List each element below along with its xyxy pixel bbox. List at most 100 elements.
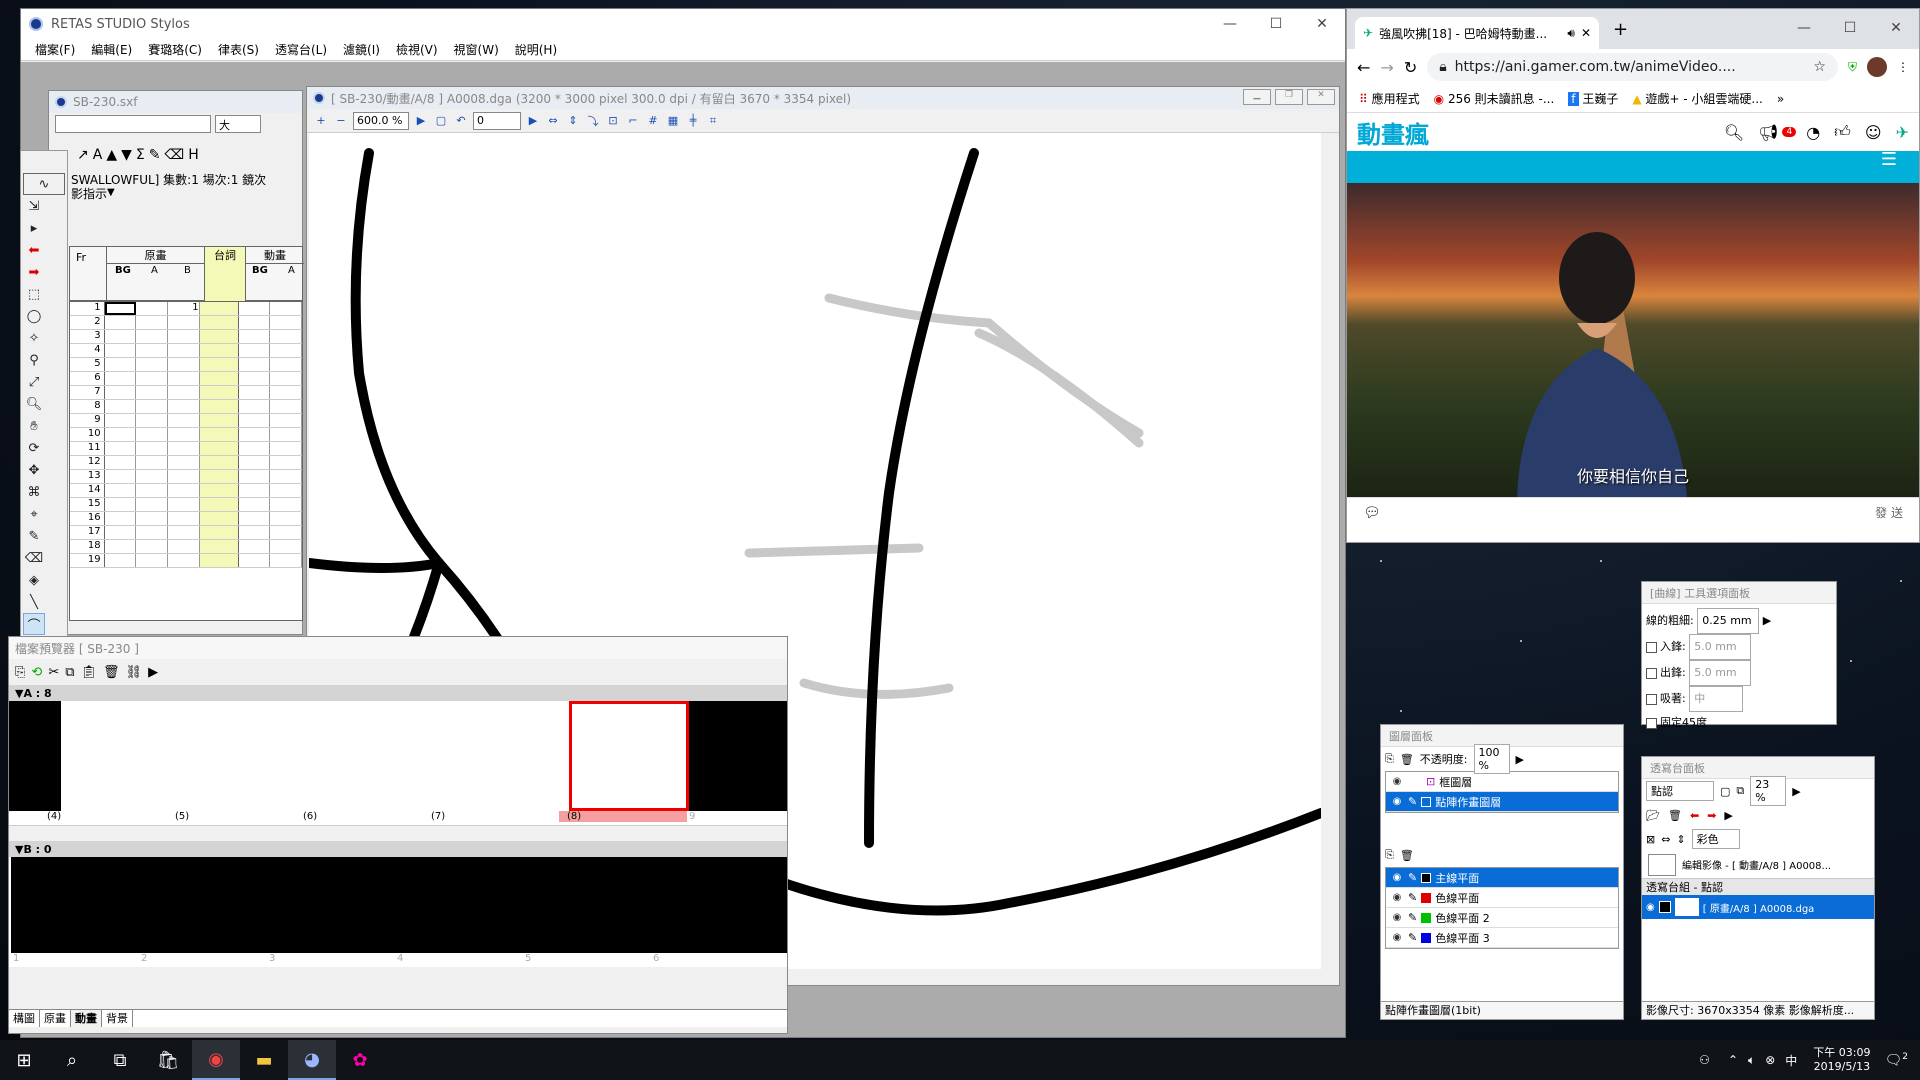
xsheet-cell[interactable] — [168, 540, 200, 553]
lighttable-item-selected[interactable]: ◉ [ 原畫/A/8 ] A0008.dga — [1642, 895, 1874, 919]
rotate-play-icon[interactable]: ▶ — [525, 113, 541, 129]
chrome-close-button[interactable]: ✕ — [1873, 13, 1919, 43]
eye-icon[interactable]: ◉ — [1390, 871, 1404, 885]
layer-row-frame[interactable]: ◉ ⊡ 框圖層 — [1386, 772, 1618, 792]
store-icon[interactable]: 🛍︎ — [144, 1040, 192, 1080]
prev-red-icon[interactable]: ⬅ — [1690, 809, 1699, 822]
reload-icon[interactable]: ↻ — [1404, 58, 1417, 77]
xsheet-cell[interactable] — [136, 498, 168, 511]
explorer-taskbar-icon[interactable]: ▬ — [240, 1040, 288, 1080]
user-avatar-icon[interactable]: ☺ — [1865, 123, 1882, 142]
canvas-restore-button[interactable]: ❐ — [1275, 89, 1303, 105]
eraser-icon[interactable]: ⌫ — [164, 147, 184, 163]
delete-icon[interactable]: 🗑︎ — [1668, 809, 1682, 822]
cut-icon[interactable]: ✂ — [48, 665, 59, 680]
canvas-vscrollbar[interactable] — [1321, 133, 1337, 979]
action-center-icon[interactable]: 🗨︎2 — [1884, 1052, 1908, 1069]
eye-icon[interactable]: ◉ — [1390, 775, 1404, 789]
comment-icon[interactable]: 💬︎ — [1363, 505, 1381, 521]
chrome-tab[interactable]: ✈ 強風吹拂[18] - 巴哈姆特動畫... 🔊︎ ✕ — [1355, 17, 1599, 49]
xsheet-row[interactable]: 11 — [70, 302, 302, 316]
rotate-field[interactable]: 0 — [473, 111, 521, 130]
frame-icon[interactable]: ⌗ — [705, 113, 721, 129]
xsheet-row[interactable]: 19 — [70, 554, 302, 568]
xsheet-cell[interactable] — [239, 344, 271, 357]
bookmark-apps[interactable]: ⠿ 應用程式 — [1359, 90, 1420, 107]
grid-icon[interactable]: # — [645, 113, 661, 129]
menu-window[interactable]: 視窗(W) — [446, 41, 507, 58]
xsheet-cell[interactable] — [270, 442, 302, 455]
copy-icon[interactable]: ⧉ — [65, 665, 74, 680]
xsheet-cell[interactable] — [168, 442, 200, 455]
speaker-icon[interactable]: 🔊︎ — [1567, 26, 1575, 41]
xsheet-cell[interactable] — [168, 400, 200, 413]
xsheet-cell[interactable] — [239, 386, 271, 399]
xsheet-cell[interactable] — [270, 512, 302, 525]
tab-genga[interactable]: 原畫 — [40, 1010, 71, 1027]
close-button[interactable]: ✕ — [1299, 9, 1345, 39]
xsheet-cell[interactable] — [239, 512, 271, 525]
select-pen-icon[interactable]: ⚲ — [23, 349, 45, 371]
xsheet-cell[interactable] — [239, 470, 271, 483]
flip-h-icon[interactable]: ⇔ — [545, 113, 561, 129]
input-method-icon[interactable]: 中 — [1785, 1052, 1797, 1069]
xsheet-cell[interactable] — [168, 316, 200, 329]
video-player[interactable]: 你要相信你自己 — [1347, 183, 1919, 497]
snap-select[interactable]: 中 — [1689, 686, 1744, 712]
move-icon[interactable]: ✥ — [23, 459, 45, 481]
xsheet-cell[interactable] — [105, 484, 137, 497]
lasso-icon[interactable]: ◯ — [23, 305, 45, 327]
xsheet-row[interactable]: 8 — [70, 400, 302, 414]
back-icon[interactable]: ← — [1357, 58, 1370, 77]
zoom-arrow-icon[interactable]: ▶ — [1792, 785, 1800, 798]
xsheet-row[interactable]: 2 — [70, 316, 302, 330]
rotate-view-icon[interactable]: ↶ — [453, 113, 469, 129]
xsheet-row[interactable]: 5 — [70, 358, 302, 372]
bookmark-mail[interactable]: ◉ 256 則未讀訊息 -... — [1434, 90, 1555, 107]
site-logo[interactable]: 動畫瘋 — [1357, 115, 1429, 150]
xsheet-cell[interactable] — [270, 526, 302, 539]
fit-icon[interactable]: ▢ — [433, 113, 449, 129]
thumb-a-8-selected[interactable] — [569, 701, 689, 811]
refresh-icon[interactable]: ⟲ — [31, 665, 42, 680]
paint-taskbar-icon[interactable]: ✿ — [336, 1040, 384, 1080]
menu-kebab-icon[interactable]: ⋮ — [1897, 60, 1909, 74]
xsheet-cell[interactable] — [105, 554, 137, 567]
xsheet-cell[interactable] — [239, 302, 271, 315]
copy-page-icon[interactable]: ⧉ — [1736, 784, 1744, 798]
zoom-field[interactable]: 600.0 % — [353, 111, 409, 130]
text-icon[interactable]: A — [93, 147, 103, 163]
send-button[interactable]: 發 送 — [1875, 504, 1903, 521]
xsheet-cell[interactable] — [270, 540, 302, 553]
xsheet-cell[interactable] — [105, 456, 137, 469]
flip-h-icon[interactable]: ⇔ — [1661, 833, 1670, 846]
color-mode-select[interactable]: 彩色 — [1691, 829, 1740, 849]
xsheet-cell[interactable] — [239, 372, 271, 385]
dialogue-cell[interactable] — [199, 442, 239, 455]
center-icon[interactable]: ⊡ — [605, 113, 621, 129]
xsheet-cell[interactable] — [136, 554, 168, 567]
xsheet-cell[interactable] — [270, 484, 302, 497]
prev-red-arrow-icon[interactable]: ⬅ — [23, 239, 45, 261]
xsheet-cell[interactable] — [105, 470, 137, 483]
pencil-icon[interactable]: ✎ — [1408, 795, 1417, 808]
fixed45-checkbox[interactable] — [1646, 717, 1657, 729]
xsheet-cell[interactable] — [168, 358, 200, 371]
xsheet-row[interactable]: 7 — [70, 386, 302, 400]
tray-chevron-icon[interactable]: ⌃ — [1728, 1053, 1738, 1067]
xsheet-row[interactable]: 16 — [70, 512, 302, 526]
transform-icon[interactable]: ⌘ — [23, 481, 45, 503]
xsheet-cell[interactable] — [136, 540, 168, 553]
plane-row-blue[interactable]: ◉ ✎ 色線平面 3 — [1386, 928, 1618, 948]
xsheet-cell[interactable] — [136, 344, 168, 357]
out-stroke-field[interactable]: 5.0 mm — [1689, 660, 1752, 686]
menu-help[interactable]: 說明(H) — [507, 41, 565, 58]
strip-a-scrollbar[interactable] — [9, 825, 787, 841]
more-bookmarks-icon[interactable]: » — [1777, 92, 1784, 106]
xsheet-row[interactable]: 18 — [70, 540, 302, 554]
xsheet-cell[interactable] — [239, 498, 271, 511]
xsheet-cell[interactable]: 1 — [168, 302, 200, 315]
xsheet-row[interactable]: 9 — [70, 414, 302, 428]
hamburger-menu-icon[interactable]: ☰ — [1881, 149, 1897, 170]
canvas-close-button[interactable]: ✕ — [1307, 89, 1335, 105]
